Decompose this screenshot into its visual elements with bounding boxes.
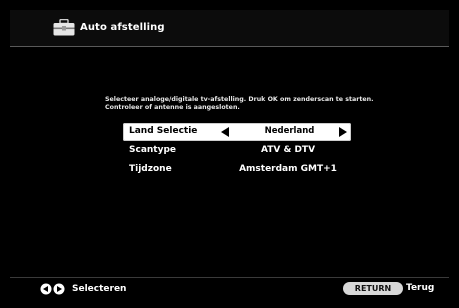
setting-row-land-selectie[interactable]: Land Selectie Nederland — [123, 123, 351, 141]
setting-row-scantype[interactable]: Scantype ATV & DTV — [123, 142, 351, 160]
toolbox-icon — [53, 19, 75, 36]
arrow-left-icon[interactable] — [221, 127, 229, 137]
setting-row-tijdzone[interactable]: Tijdzone Amsterdam GMT+1 — [123, 161, 351, 179]
select-hint: Selecteren — [72, 284, 127, 294]
left-right-arrows-icon — [40, 283, 65, 295]
settings-list: Land Selectie Nederland Scantype ATV & D… — [123, 123, 351, 180]
instruction-line-2: Controleer of antenne is aangesloten. — [105, 103, 240, 111]
setting-label: Tijdzone — [129, 164, 172, 174]
setting-value: Amsterdam GMT+1 — [239, 164, 337, 174]
arrow-right-icon[interactable] — [339, 127, 347, 137]
setting-value: Nederland — [264, 126, 315, 136]
setting-label: Land Selectie — [129, 126, 198, 136]
return-button[interactable]: RETURN — [343, 282, 403, 295]
tv-menu-screen: Auto afstelling Selecteer analoge/digita… — [0, 0, 459, 308]
instruction-text: Selecteer analoge/digitale tv-afstelling… — [105, 96, 405, 111]
back-hint: Terug — [406, 283, 435, 293]
title-bar: Auto afstelling — [10, 10, 449, 46]
footer-bar: Selecteren RETURN Terug — [10, 278, 449, 300]
instruction-line-1: Selecteer analoge/digitale tv-afstelling… — [105, 96, 374, 103]
page-title: Auto afstelling — [80, 22, 165, 33]
setting-label: Scantype — [129, 145, 177, 155]
title-divider — [10, 46, 449, 47]
setting-value: ATV & DTV — [260, 145, 316, 155]
